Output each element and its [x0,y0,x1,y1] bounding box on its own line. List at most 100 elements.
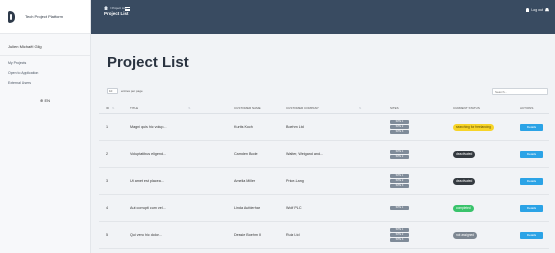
cell-title: Aut corrupti cum vel... [130,206,166,210]
table-row: 5 Qui vero hic dolor... Dessie Boehm II Rui… [99,222,549,249]
cell-sites: SITE 1 [390,206,453,210]
search-input[interactable] [492,88,548,95]
entries-label: entries per page [121,89,143,93]
sort-icon[interactable]: ⇅ [359,106,362,110]
cell-status: searching for freelancing [453,123,520,131]
entries-select[interactable]: 10 [107,88,118,94]
details-button[interactable]: Details [520,204,543,212]
user-name: Julien Michaël Gilg [0,34,90,56]
logout-button[interactable]: Log out [526,8,549,12]
site-badge: SITE 2 [390,125,409,129]
status-badge: deactivated [453,150,476,158]
site-badge: SITE 2 [390,179,409,183]
details-button[interactable]: Details [520,231,543,239]
topbar-title: Project List [104,11,129,16]
project-table: ID ⇅ TITLE ⇅ CUSTOMER NAME CUSTOMER COMPAN… [99,102,549,249]
header-status[interactable]: CURRENT STATUS [453,106,520,110]
cell-customer-company: Ruiz Ltd [286,233,300,237]
cell-customer-name: Camden Bode [234,152,258,156]
topbar: / Project List Project List Log out [91,0,555,34]
cell-sites: SITE 1 SITE 2 SITE 3 [390,228,453,242]
header-sites[interactable]: SITES [390,106,453,110]
status-badge: completed [453,204,474,212]
cell-customer-company: Walter, Weigand and... [286,152,324,156]
site-badge: SITE 2 [390,154,409,159]
language-selector[interactable]: ⊕ EN [0,98,90,103]
sidebar-item-open-to-application[interactable]: Open to Application [0,68,90,78]
site-badge: SITE 3 [390,184,409,188]
cell-status: not assigned [453,231,520,239]
page-title: Project List [107,54,189,71]
cell-id: 1 [106,125,109,129]
sort-icon[interactable]: ⇅ [112,106,115,110]
cell-customer-name: Linda Aufderhar [234,206,261,210]
cell-actions: Details [520,177,549,185]
bell-icon[interactable] [545,8,549,12]
details-button[interactable]: Details [520,123,543,131]
table-row: 3 Ut amet est placea... Amelia Miller Price… [99,168,549,195]
table-header: ID ⇅ TITLE ⇅ CUSTOMER NAME CUSTOMER COMPAN… [99,102,549,114]
logout-label: Log out [531,8,543,12]
header-customer-company[interactable]: CUSTOMER COMPANY ⇅ [286,106,390,110]
status-badge: deactivated [453,177,476,185]
sites-list: SITE 1 SITE 2 SITE 3 [390,120,453,134]
status-badge: searching for freelancing [453,123,494,131]
sidebar: Tech Project Platform Julien Michaël Gil… [0,0,91,253]
brand-name: Tech Project Platform [25,14,64,19]
sidebar-item-external-users[interactable]: External Users [0,78,90,88]
cell-title: Ut amet est placea... [130,179,164,183]
table-row: 1 Magni quis hic volup... Kurtis Koch Boehm… [99,114,549,141]
cell-customer-name: Dessie Boehm II [234,233,262,237]
menu-icon[interactable] [125,7,130,11]
site-badge: SITE 1 [390,206,409,210]
cell-actions: Details [520,150,549,158]
cell-customer-name: Amelia Miller [234,179,256,183]
header-id[interactable]: ID ⇅ [99,106,124,110]
table-row: 4 Aut corrupti cum vel... Linda Aufderhar W… [99,195,549,222]
cell-id: 4 [106,206,109,210]
site-badge: SITE 2 [390,233,409,237]
sites-list: SITE 1 [390,206,453,210]
cell-status: deactivated [453,177,520,185]
cell-customer-name: Kurtis Koch [234,125,253,129]
breadcrumb: / Project List [104,6,127,10]
cell-id: 3 [106,179,109,183]
brand-logo-icon [8,10,15,23]
entries-control: 10 entries per page [107,88,143,94]
cell-sites: SITE 1 SITE 2 SITE 3 [390,174,453,188]
details-button[interactable]: Details [520,177,543,185]
site-badge: SITE 1 [390,228,409,232]
site-badge: SITE 1 [390,149,409,154]
cell-id: 2 [106,152,109,156]
table-row: 2 Voluptatibus eligend... Camden Bode Walte… [99,141,549,168]
cell-customer-company: Boehm Ltd [286,125,304,129]
cell-sites: SITE 1 SITE 2 SITE 3 [390,120,453,134]
sort-icon[interactable]: ⇅ [188,106,191,110]
cell-title: Magni quis hic volup... [130,125,167,129]
cell-customer-company: Price-Lang [286,179,304,183]
site-badge: SITE 1 [390,174,409,178]
sites-list: SITE 1 SITE 2 [390,149,453,159]
home-icon[interactable] [104,6,108,10]
cell-title: Qui vero hic dolor... [130,233,162,237]
sidebar-item-my-projects[interactable]: My Projects [0,58,90,68]
header-actions: ACTIONS [520,105,534,110]
brand[interactable]: Tech Project Platform [0,0,90,34]
cell-sites: SITE 1 SITE 2 [390,149,453,159]
site-badge: SITE 1 [390,120,409,124]
header-customer-name[interactable]: CUSTOMER NAME [234,106,286,110]
cell-customer-company: Wolf PLC [286,206,302,210]
cell-actions: Details [520,123,549,131]
cell-id: 5 [106,233,109,237]
status-badge: not assigned [453,231,478,239]
sites-list: SITE 1 SITE 2 SITE 3 [390,174,453,188]
site-badge: SITE 3 [390,130,409,134]
cell-status: completed [453,204,520,212]
cell-status: deactivated [453,150,520,158]
cell-actions: Details [520,231,549,239]
header-title[interactable]: TITLE ⇅ [124,106,234,110]
details-button[interactable]: Details [520,150,543,158]
sites-list: SITE 1 SITE 2 SITE 3 [390,228,453,242]
cell-title: Voluptatibus eligend... [130,152,167,156]
person-icon [526,8,530,12]
